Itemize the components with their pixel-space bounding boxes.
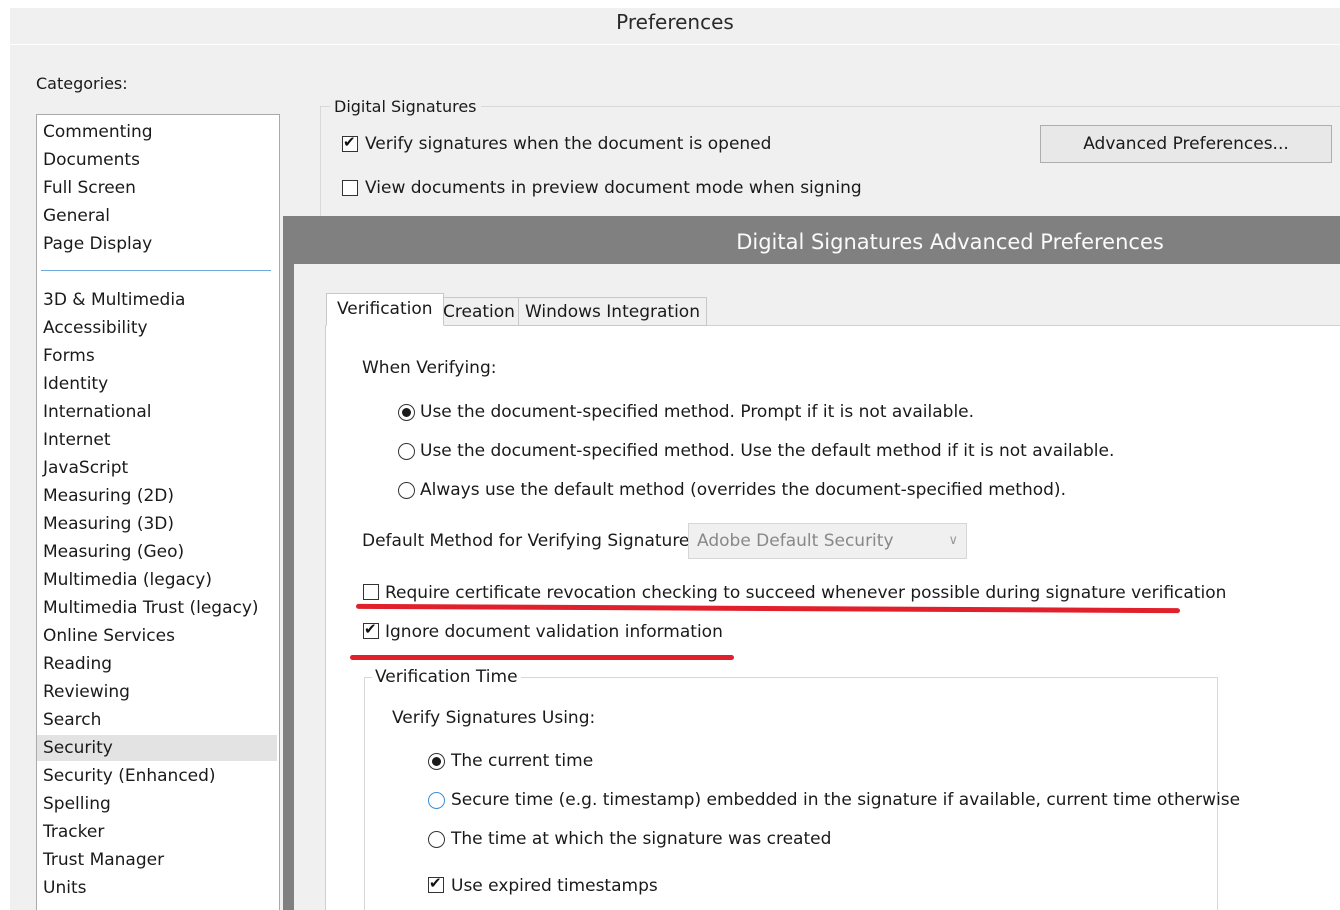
digital-signatures-group — [320, 106, 1340, 226]
category-item-accessibility[interactable]: Accessibility — [43, 315, 148, 341]
advanced-preferences-button[interactable]: Advanced Preferences... — [1040, 125, 1332, 163]
preview-mode-checkbox[interactable] — [342, 180, 358, 196]
category-separator — [41, 270, 271, 271]
category-item-reading[interactable]: Reading — [43, 651, 112, 677]
category-item-reviewing[interactable]: Reviewing — [43, 679, 130, 705]
tab-verification[interactable]: Verification — [326, 293, 444, 326]
category-item-forms[interactable]: Forms — [43, 343, 95, 369]
verify-method-radio-1[interactable] — [398, 404, 415, 421]
window-title: Preferences — [616, 10, 734, 34]
category-item-search[interactable]: Search — [43, 707, 101, 733]
ignore-validation-checkbox[interactable] — [363, 620, 379, 639]
category-item-multimedia-legacy[interactable]: Multimedia (legacy) — [43, 567, 212, 593]
categories-label: Categories: — [36, 72, 128, 96]
category-item-units[interactable]: Units — [43, 875, 86, 901]
category-item-3d-multimedia[interactable]: 3D & Multimedia — [43, 287, 185, 313]
ignore-validation-label[interactable]: Ignore document validation information — [385, 621, 723, 643]
default-method-select[interactable]: Adobe Default Security ∨ — [688, 523, 967, 559]
category-item-trust-manager[interactable]: Trust Manager — [43, 847, 164, 873]
require-revocation-checkbox[interactable] — [363, 584, 379, 600]
categories-list[interactable]: Commenting Documents Full Screen General… — [36, 114, 280, 910]
dialog-title: Digital Signatures Advanced Preferences — [736, 230, 1164, 254]
time-option-label-3[interactable]: The time at which the signature was crea… — [451, 828, 831, 850]
verify-method-label-2[interactable]: Use the document-specified method. Use t… — [420, 440, 1114, 462]
time-option-radio-2[interactable] — [428, 792, 445, 809]
category-item-measuring-2d[interactable]: Measuring (2D) — [43, 483, 174, 509]
category-item-full-screen[interactable]: Full Screen — [43, 175, 136, 201]
verify-on-open-label[interactable]: Verify signatures when the document is o… — [365, 133, 771, 155]
category-item-measuring-3d[interactable]: Measuring (3D) — [43, 511, 174, 537]
use-expired-timestamps-checkbox[interactable] — [428, 874, 444, 893]
chevron-down-icon: ∨ — [948, 533, 958, 548]
category-item-documents[interactable]: Documents — [43, 147, 140, 173]
default-method-label: Default Method for Verifying Signatures: — [362, 531, 704, 551]
time-option-label-1[interactable]: The current time — [451, 750, 593, 772]
default-method-value: Adobe Default Security — [697, 531, 894, 551]
category-item-spelling[interactable]: Spelling — [43, 791, 111, 817]
annotation-underline-2 — [350, 655, 734, 660]
category-item-measuring-geo[interactable]: Measuring (Geo) — [43, 539, 184, 565]
when-verifying-label: When Verifying: — [362, 358, 497, 378]
tab-windows-integration[interactable]: Windows Integration — [518, 297, 707, 326]
category-item-international[interactable]: International — [43, 399, 152, 425]
category-item-page-display[interactable]: Page Display — [43, 231, 152, 257]
verify-on-open-checkbox[interactable] — [342, 133, 358, 152]
tab-creation[interactable]: Creation — [436, 297, 522, 326]
verify-method-radio-2[interactable] — [398, 443, 415, 460]
verify-method-label-1[interactable]: Use the document-specified method. Promp… — [420, 401, 974, 423]
category-item-general[interactable]: General — [43, 203, 110, 229]
title-separator — [10, 44, 1340, 45]
time-option-label-2[interactable]: Secure time (e.g. timestamp) embedded in… — [451, 789, 1240, 811]
category-item-internet[interactable]: Internet — [43, 427, 111, 453]
time-option-radio-3[interactable] — [428, 831, 445, 848]
category-item-commenting[interactable]: Commenting — [43, 119, 153, 145]
category-item-tracker[interactable]: Tracker — [43, 819, 104, 845]
category-item-javascript[interactable]: JavaScript — [43, 455, 128, 481]
category-item-identity[interactable]: Identity — [43, 371, 108, 397]
category-item-security-enhanced[interactable]: Security (Enhanced) — [43, 763, 216, 789]
preview-mode-label[interactable]: View documents in preview document mode … — [365, 177, 862, 199]
verification-time-title: Verification Time — [372, 666, 521, 688]
verify-method-radio-3[interactable] — [398, 482, 415, 499]
time-option-radio-1[interactable] — [428, 753, 445, 770]
use-expired-timestamps-label[interactable]: Use expired timestamps — [451, 875, 658, 897]
verify-method-label-3[interactable]: Always use the default method (overrides… — [420, 479, 1066, 501]
categories-label-text: Categories: — [36, 74, 128, 93]
verify-signatures-using-label: Verify Signatures Using: — [392, 708, 596, 728]
category-item-multimedia-trust-legacy[interactable]: Multimedia Trust (legacy) — [43, 595, 259, 621]
digital-signatures-title: Digital Signatures — [330, 96, 481, 118]
category-item-security[interactable]: Security — [37, 735, 277, 761]
require-revocation-label[interactable]: Require certificate revocation checking … — [385, 582, 1226, 604]
category-item-online-services[interactable]: Online Services — [43, 623, 175, 649]
